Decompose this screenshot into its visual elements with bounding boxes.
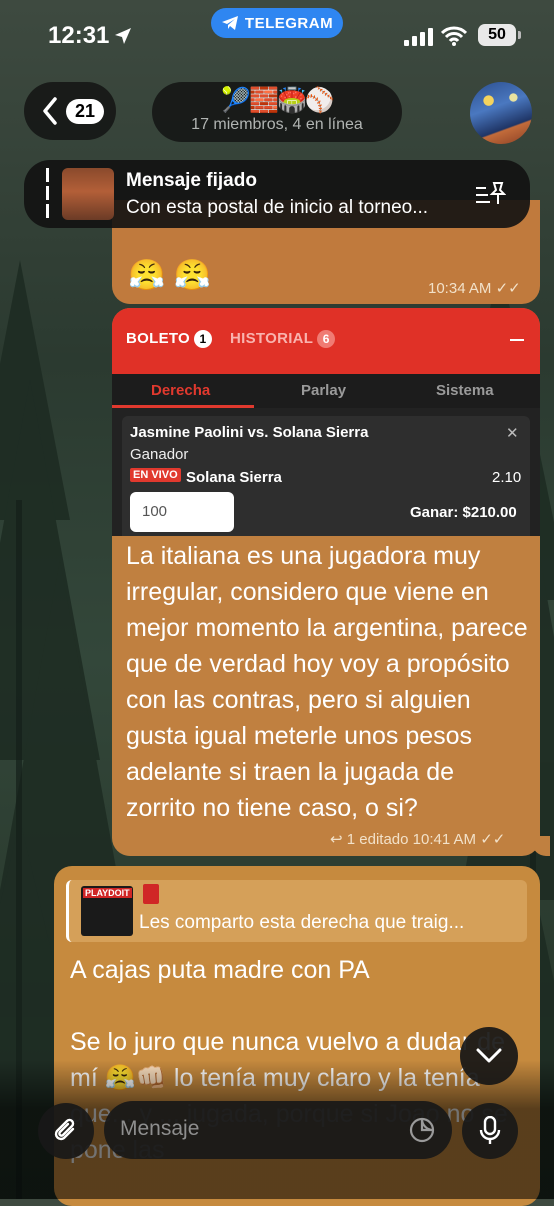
- bet-type-tabs: Derecha Parlay Sistema: [112, 374, 540, 408]
- clock: 12:31: [48, 22, 110, 49]
- wifi-icon: [441, 26, 467, 46]
- chat-subtitle: 17 miembros, 4 en línea: [191, 116, 363, 133]
- odds-value: 2.10: [492, 469, 522, 486]
- read-checks-icon: ✓✓: [480, 831, 506, 848]
- chat-title-emojis: 🎾🧱🏟️⚾: [221, 87, 335, 114]
- cellular-signal-icon: [404, 28, 433, 46]
- pinned-indicator: [46, 168, 49, 220]
- chevron-down-icon: [476, 1048, 502, 1063]
- message-input-placeholder: Mensaje: [120, 1117, 200, 1140]
- bet-slip-header: BOLETO 1 HISTORIAL 6: [112, 308, 540, 374]
- scroll-down-button[interactable]: [460, 1027, 518, 1085]
- stake-field: 100: [130, 492, 234, 532]
- attach-button[interactable]: [38, 1103, 94, 1159]
- message-bubble[interactable]: BOLETO 1 HISTORIAL 6 Derecha Parlay Sistem…: [112, 308, 540, 856]
- message-input[interactable]: Mensaje: [104, 1101, 452, 1159]
- collapse-icon[interactable]: [510, 339, 524, 341]
- boleto-count-badge: 1: [194, 330, 213, 348]
- pinned-title: Mensaje fijado: [126, 170, 257, 191]
- selection-name: Solana Sierra: [186, 469, 282, 486]
- potential-win: Ganar: $210.00: [410, 504, 517, 521]
- tab-parlay[interactable]: Parlay: [301, 382, 346, 399]
- reply-arrow-icon: ↩: [330, 831, 343, 848]
- microphone-icon: [479, 1116, 501, 1144]
- historial-count-badge: 6: [317, 330, 336, 348]
- tab-sistema[interactable]: Sistema: [436, 382, 494, 399]
- back-button[interactable]: 21: [24, 82, 116, 140]
- chat-title[interactable]: 🎾🧱🏟️⚾ 17 miembros, 4 en línea: [152, 82, 402, 142]
- battery-indicator: 50: [478, 24, 516, 46]
- live-badge: EN VIVO: [130, 468, 181, 482]
- bet-card: Jasmine Paolini vs. Solana Sierra ✕ Gana…: [122, 416, 530, 536]
- reply-text: Les comparto esta derecha que traig...: [139, 912, 465, 933]
- tab-derecha[interactable]: Derecha: [151, 382, 210, 399]
- chevron-left-icon: [43, 97, 57, 125]
- pinned-text: Con esta postal de inicio al torneo...: [126, 197, 429, 218]
- paperclip-icon: [54, 1118, 75, 1141]
- sticker-icon[interactable]: [408, 1116, 436, 1144]
- telegram-icon: [221, 16, 238, 30]
- tab-historial[interactable]: HISTORIAL 6: [230, 330, 336, 348]
- read-checks-icon: ✓✓: [495, 280, 521, 297]
- bet-slip-body: Jasmine Paolini vs. Solana Sierra ✕ Gana…: [112, 408, 540, 536]
- microphone-button[interactable]: [462, 1103, 518, 1159]
- envelope-emoji-icon: [143, 884, 159, 904]
- message-text: La italiana es una jugadora muy irregula…: [126, 542, 528, 822]
- playdoit-logo: PLAYDOIT: [83, 888, 132, 898]
- battery-tip: [518, 31, 521, 39]
- location-arrow-icon: [115, 28, 131, 44]
- telegram-pill-label: TELEGRAM: [244, 14, 334, 32]
- close-icon[interactable]: ✕: [506, 424, 519, 442]
- reply-thumbnail: PLAYDOIT: [81, 886, 133, 936]
- tab-boleto[interactable]: BOLETO 1: [126, 330, 213, 348]
- unread-count-badge: 21: [66, 98, 105, 124]
- message-meta: ↩ 1 editado 10:41 AM ✓✓: [330, 831, 506, 848]
- reply-preview[interactable]: PLAYDOIT Les comparto esta derecha que t…: [66, 880, 527, 942]
- status-bar: 12:31 TELEGRAM 50: [0, 0, 554, 70]
- pinned-message-bar[interactable]: Mensaje fijado Con esta postal de inicio…: [24, 160, 530, 228]
- pinned-thumbnail: [62, 168, 114, 220]
- message-time: 10:34 AM ✓✓: [428, 280, 521, 297]
- message-emojis: 😤 😤: [128, 259, 212, 292]
- group-avatar[interactable]: [470, 82, 532, 144]
- telegram-pill[interactable]: TELEGRAM: [211, 8, 343, 38]
- market-label: Ganador: [130, 446, 189, 463]
- pin-list-icon[interactable]: [474, 180, 506, 208]
- match-name: Jasmine Paolini vs. Solana Sierra: [130, 424, 369, 441]
